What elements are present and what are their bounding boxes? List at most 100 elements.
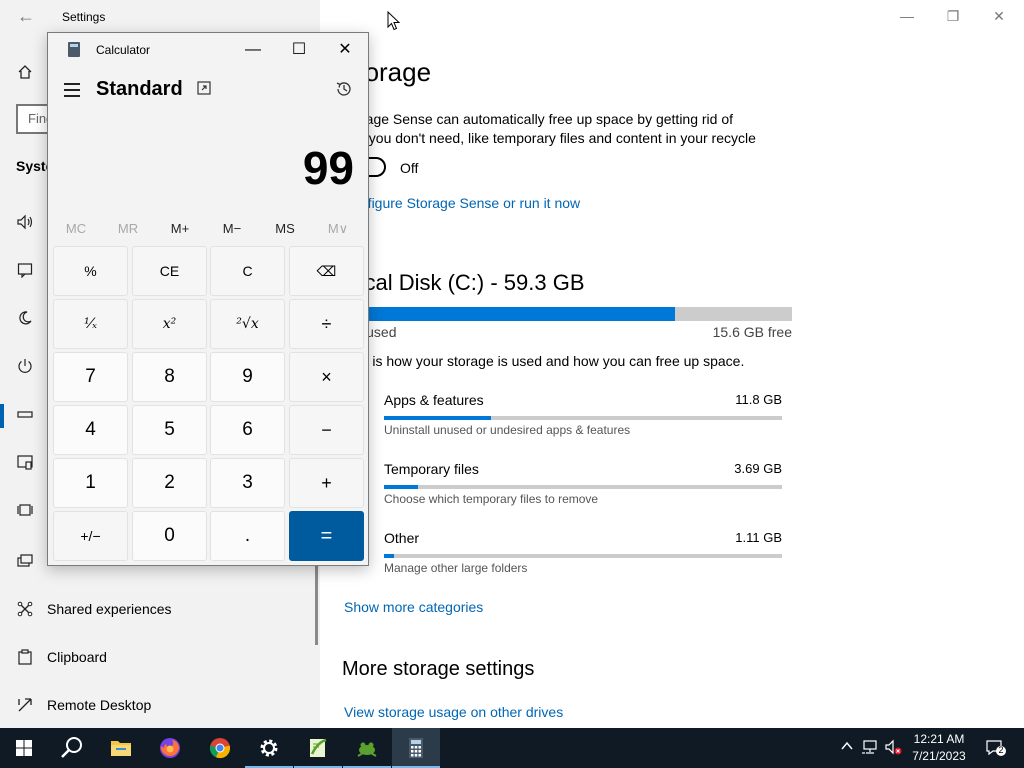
- projector-icon: [16, 553, 34, 571]
- selected-indicator: [0, 404, 4, 428]
- calculator-window-title: Calculator: [96, 43, 151, 57]
- toggle-state-label: Off: [400, 160, 419, 176]
- digit-1-key[interactable]: 1: [53, 458, 128, 508]
- storage-icon[interactable]: [16, 406, 34, 424]
- square-root-key[interactable]: ²√x: [210, 299, 285, 349]
- power-icon[interactable]: [16, 358, 34, 376]
- digit-8-key[interactable]: 8: [132, 352, 207, 402]
- clock-date[interactable]: 7/21/2023: [904, 749, 974, 763]
- category-name: Temporary files: [384, 461, 479, 477]
- memory-subtract-button[interactable]: M−: [206, 217, 258, 241]
- digit-3-key[interactable]: 3: [210, 458, 285, 508]
- calculator-app-icon: [68, 42, 80, 57]
- memory-store-button[interactable]: MS: [259, 217, 311, 241]
- equals-key[interactable]: =: [289, 511, 364, 561]
- notifications-icon[interactable]: [16, 262, 34, 280]
- sound-icon[interactable]: [16, 214, 34, 232]
- backspace-key[interactable]: ⌫: [289, 246, 364, 296]
- close-icon[interactable]: ✕: [976, 6, 1022, 28]
- category-description: Uninstall unused or undesired apps & fea…: [384, 423, 631, 437]
- history-icon[interactable]: [334, 80, 354, 100]
- sidebar-item-clipboard[interactable]: Clipboard: [0, 638, 320, 678]
- category-size: 3.69 GB: [734, 461, 782, 476]
- start-button[interactable]: [0, 728, 48, 768]
- subtract-key[interactable]: −: [289, 405, 364, 455]
- category-other[interactable]: Other 1.11 GB Manage other large folders: [384, 530, 782, 594]
- digit-7-key[interactable]: 7: [53, 352, 128, 402]
- file-explorer-button[interactable]: [97, 728, 145, 768]
- restore-icon[interactable]: ❐: [930, 6, 976, 28]
- gear-icon: [260, 739, 278, 757]
- clock-time[interactable]: 12:21 AM: [904, 732, 974, 746]
- tablet-icon[interactable]: [16, 454, 34, 472]
- disk-free-label: 15.6 GB free: [712, 324, 792, 340]
- network-icon[interactable]: [861, 739, 879, 757]
- reciprocal-key[interactable]: ¹⁄ₓ: [53, 299, 128, 349]
- keep-on-top-icon[interactable]: [196, 81, 212, 97]
- view-storage-usage-link[interactable]: View storage usage on other drives: [344, 704, 563, 720]
- clear-entry-key[interactable]: CE: [132, 246, 207, 296]
- add-key[interactable]: +: [289, 458, 364, 508]
- memory-list-button[interactable]: M∨: [312, 217, 364, 241]
- folder-icon: [111, 741, 131, 756]
- category-temporary-files[interactable]: Temporary files 3.69 GB Choose which tem…: [384, 461, 782, 525]
- category-bar: [384, 485, 782, 489]
- category-size: 1.11 GB: [735, 530, 782, 545]
- negate-key[interactable]: +/−: [53, 511, 128, 561]
- chrome-icon: [209, 738, 231, 759]
- chrome-button[interactable]: [196, 728, 244, 768]
- calculator-taskbar-button[interactable]: [392, 728, 440, 768]
- category-bar-fill: [384, 485, 418, 489]
- sidebar-scrollbar[interactable]: [315, 560, 318, 645]
- close-icon[interactable]: ✕: [322, 37, 368, 63]
- chevron-up-icon[interactable]: [838, 739, 856, 757]
- firefox-button[interactable]: [146, 728, 194, 768]
- back-arrow-icon[interactable]: ←: [14, 6, 38, 30]
- category-description: Manage other large folders: [384, 561, 528, 575]
- sidebar-item-shared-experiences[interactable]: Shared experiences: [0, 590, 320, 630]
- digit-0-key[interactable]: 0: [132, 511, 207, 561]
- settings-taskbar-button[interactable]: [245, 728, 293, 768]
- memory-add-button[interactable]: M+: [154, 217, 206, 241]
- clipboard-icon: [16, 649, 34, 667]
- frog-app-button[interactable]: [343, 728, 391, 768]
- action-center-icon[interactable]: 2: [984, 739, 1008, 757]
- category-bar-fill: [384, 554, 394, 558]
- usage-description: This is how your storage is used and how…: [342, 353, 745, 369]
- hamburger-menu-icon[interactable]: [64, 83, 80, 97]
- square-key[interactable]: x²: [132, 299, 207, 349]
- minimize-icon[interactable]: —: [230, 37, 276, 63]
- digit-4-key[interactable]: 4: [53, 405, 128, 455]
- disk-title: Local Disk (C:) - 59.3 GB: [340, 270, 585, 295]
- home-icon[interactable]: [16, 64, 34, 82]
- configure-storage-sense-link[interactable]: Configure Storage Sense or run it now: [342, 195, 580, 211]
- settings-content: — ❐ ✕ Storage Storage Sense can automati…: [320, 0, 1024, 728]
- category-bar-fill: [384, 416, 492, 420]
- sidebar-item-remote-desktop[interactable]: Remote Desktop: [0, 686, 320, 726]
- category-apps-features[interactable]: Apps & features 11.8 GB Uninstall unused…: [384, 392, 782, 456]
- digit-6-key[interactable]: 6: [210, 405, 285, 455]
- memory-recall-button[interactable]: MR: [102, 217, 154, 241]
- minimize-icon[interactable]: —: [884, 6, 930, 28]
- focus-assist-icon[interactable]: [16, 310, 34, 328]
- memory-clear-button[interactable]: MC: [50, 217, 102, 241]
- clear-key[interactable]: C: [210, 246, 285, 296]
- notepad-plus-plus-button[interactable]: [294, 728, 342, 768]
- multitasking-icon[interactable]: [16, 502, 34, 520]
- percent-key[interactable]: %: [53, 246, 128, 296]
- divide-key[interactable]: ÷: [289, 299, 364, 349]
- volume-muted-icon[interactable]: [884, 739, 902, 757]
- digit-9-key[interactable]: 9: [210, 352, 285, 402]
- sidebar-item-label: Clipboard: [47, 649, 107, 665]
- memory-row: MC MR M+ M− MS M∨: [48, 217, 368, 241]
- digit-2-key[interactable]: 2: [132, 458, 207, 508]
- notification-count-badge: 2: [998, 745, 1004, 755]
- digit-5-key[interactable]: 5: [132, 405, 207, 455]
- storage-sense-description: Storage Sense can automatically free up …: [340, 111, 756, 165]
- decimal-key[interactable]: .: [210, 511, 285, 561]
- maximize-icon[interactable]: ☐: [276, 37, 322, 63]
- calculator-titlebar[interactable]: Calculator — ☐ ✕: [48, 33, 368, 67]
- search-button[interactable]: [48, 728, 96, 768]
- multiply-key[interactable]: ×: [289, 352, 364, 402]
- show-more-categories-link[interactable]: Show more categories: [344, 599, 483, 615]
